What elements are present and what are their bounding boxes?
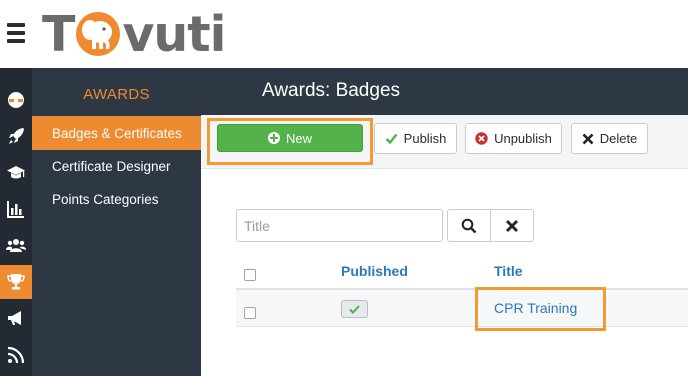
rail-item-feed[interactable] [0,338,32,372]
rail-item-dashboard[interactable] [0,83,32,117]
feed-icon [7,346,25,364]
select-all-checkbox[interactable] [244,269,256,281]
graduation-cap-icon [7,166,25,179]
search-button[interactable] [447,209,491,242]
subnav-item-label: Certificate Designer [52,158,171,174]
trophy-icon [7,274,25,290]
title-link-highlight [475,287,606,331]
delete-button-label: Delete [599,131,638,146]
subnav-item-label: Points Categories [52,191,159,207]
rail-item-courses[interactable] [0,156,32,190]
close-icon [506,219,518,232]
row-checkbox[interactable] [244,307,256,319]
check-icon [385,133,398,145]
page-header: Awards: Badges [201,68,688,115]
column-header-published[interactable]: Published [341,263,408,279]
logo-text-start: T [42,5,75,63]
dashboard-icon [8,92,24,108]
times-circle-icon [475,132,488,145]
unpublish-button-label: Unpublish [494,131,552,146]
subnav-title: AWARDS [83,86,150,103]
clear-search-button[interactable] [490,209,534,242]
delete-button[interactable]: Delete [571,123,648,154]
hamburger-menu-icon[interactable] [7,23,25,43]
megaphone-icon [8,311,21,325]
bar-chart-icon [7,201,24,218]
rail-item-awards[interactable] [0,265,32,299]
elephant-logo-icon [76,12,121,56]
rail-item-announcements[interactable] [0,301,32,335]
page: T vuti AWARDS Badges & Certificates Cert… [0,0,688,376]
unpublish-button[interactable]: Unpublish [465,123,562,154]
publish-button[interactable]: Publish [374,123,457,154]
users-icon [6,239,26,252]
icon-rail [0,68,32,376]
page-title: Awards: Badges [262,80,401,101]
subnav-item-label: Badges & Certificates [52,125,182,141]
rail-item-reports[interactable] [0,192,32,226]
subnav-item-certificate-designer[interactable]: Certificate Designer [32,149,201,183]
rail-item-users[interactable] [0,228,32,262]
title-search-input[interactable] [236,209,443,242]
rail-item-rocket[interactable] [0,119,32,153]
column-header-title[interactable]: Title [494,263,523,279]
check-icon [349,304,360,314]
close-icon [582,133,594,144]
published-toggle[interactable] [341,300,368,318]
search-icon [461,218,477,233]
table-row [236,290,688,327]
logo-text-end: vuti [122,5,226,63]
rocket-icon [9,128,24,144]
subnav-item-points-categories[interactable]: Points Categories [32,182,201,216]
awards-subnav: AWARDS Badges & Certificates Certificate… [32,68,201,376]
new-button-highlight [207,118,373,165]
publish-button-label: Publish [403,131,447,146]
subnav-item-badges-certificates[interactable]: Badges & Certificates [32,116,201,150]
top-header: T vuti [0,0,688,68]
tovuti-logo[interactable]: T vuti [42,5,226,63]
